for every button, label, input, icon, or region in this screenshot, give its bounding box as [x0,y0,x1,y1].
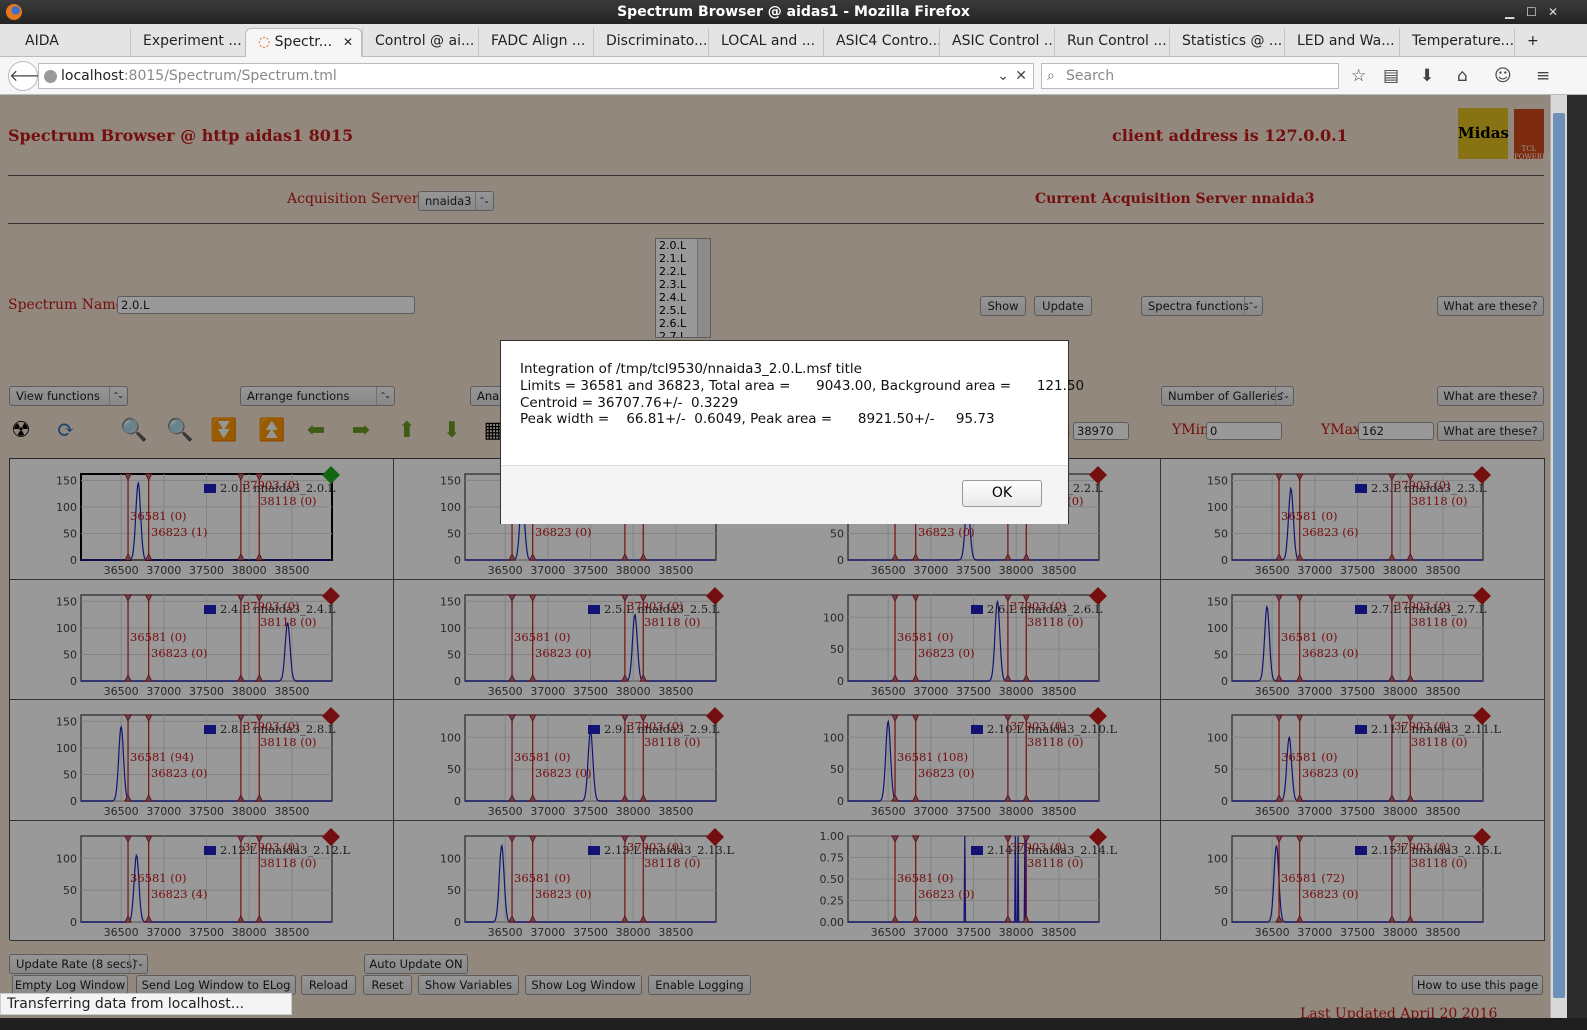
bookmark-star-icon[interactable]: ☆ [1351,66,1366,86]
tab[interactable]: Discriminato... [593,28,708,57]
close-tab-icon[interactable]: ✕ [343,29,353,56]
chat-icon[interactable]: ☺ [1494,66,1512,86]
tab[interactable]: Statistics @ ... [1169,28,1284,57]
loading-icon: ◌ [258,34,275,50]
tab-label: Run Control ... [1067,33,1167,49]
url-host: localhost [61,68,124,84]
tab-label: ASIC Control ... [952,33,1054,49]
status-bar: Transferring data from localhost... [0,993,292,1015]
url-path: :8015/Spectrum/Spectrum.tml [123,68,337,84]
tab-label: Spectr... [274,34,333,50]
tab[interactable]: ASIC Control ... [939,28,1054,57]
tab-bar: AIDA Experiment ... ◌ Spectr... ✕ Control @ … [0,24,1587,57]
new-tab-button[interactable]: + [1514,28,1550,57]
dialog-line: Peak width = 66.81+/- 0.6049, Peak area … [520,411,995,428]
tab-label: Experiment ... [143,33,242,49]
search-input[interactable]: ⌕ Search [1041,63,1339,89]
tab[interactable]: ◌ Spectr... ✕ [245,28,362,57]
scrollbar-thumb[interactable] [1553,113,1565,998]
url-bar[interactable]: localhost:8015/Spectrum/Spectrum.tml ⌄ ✕ [38,63,1034,89]
tab-label: Temperature... [1412,33,1514,49]
integration-dialog: Integration of /tmp/tcl9530/nnaida3_2.0.… [500,340,1085,524]
dialog-line: Limits = 36581 and 36823, Total area = 9… [520,377,1085,394]
tab-label: ASIC4 Contro... [836,33,939,49]
modal-overlay [0,95,1550,1018]
tab[interactable]: FADC Align ... [478,28,593,57]
tab-label: LED and Wa... [1297,33,1395,49]
window-bottom-edge [0,1018,1587,1030]
home-icon[interactable]: ⌂ [1457,66,1468,86]
reading-list-icon[interactable]: ▤ [1383,66,1399,86]
tab[interactable]: LED and Wa... [1284,28,1399,57]
tab-label: FADC Align ... [491,33,586,49]
window-titlebar: Spectrum Browser @ aidas1 - Mozilla Fire… [0,0,1587,24]
tab[interactable]: Run Control ... [1054,28,1169,57]
tab-label: Discriminato... [606,33,708,49]
back-button[interactable]: 🡐 [8,61,52,91]
tab[interactable]: Control @ ai... [362,28,478,57]
maximize-icon[interactable]: ☐ [1526,0,1537,24]
search-icon: ⌕ [1047,68,1055,84]
dialog-line: Centroid = 36707.76+/- 0.3229 [520,394,739,411]
clear-url-icon[interactable]: ✕ [1015,64,1027,88]
search-placeholder: Search [1066,68,1115,84]
page-scrollbar[interactable] [1550,95,1567,1018]
tab[interactable]: Experiment ... [130,28,245,57]
close-window-icon[interactable]: ✕ [1548,0,1558,24]
tab-label: LOCAL and ... [721,33,816,49]
tab-label: Control @ ai... [375,33,475,49]
dropdown-icon[interactable]: ⌄ [997,64,1009,88]
navigation-bar: 🡐 localhost:8015/Spectrum/Spectrum.tml ⌄… [0,57,1587,95]
tab[interactable]: LOCAL and ... [708,28,823,57]
tab[interactable]: Temperature... [1399,28,1514,57]
tab-label: Statistics @ ... [1182,33,1283,49]
tab[interactable]: AIDA [0,28,130,57]
menu-icon[interactable]: ≡ [1536,66,1550,86]
download-icon[interactable]: ⬇ [1420,66,1434,86]
firefox-icon [6,4,22,20]
globe-icon [44,70,57,83]
minimize-icon[interactable]: ▁ [1505,0,1514,24]
tab-label: AIDA [25,33,59,49]
window-title: Spectrum Browser @ aidas1 - Mozilla Fire… [617,4,970,20]
tab[interactable]: ASIC4 Contro... [823,28,939,57]
ok-button[interactable]: OK [962,480,1042,507]
dialog-line: Integration of /tmp/tcl9530/nnaida3_2.0.… [520,361,862,377]
